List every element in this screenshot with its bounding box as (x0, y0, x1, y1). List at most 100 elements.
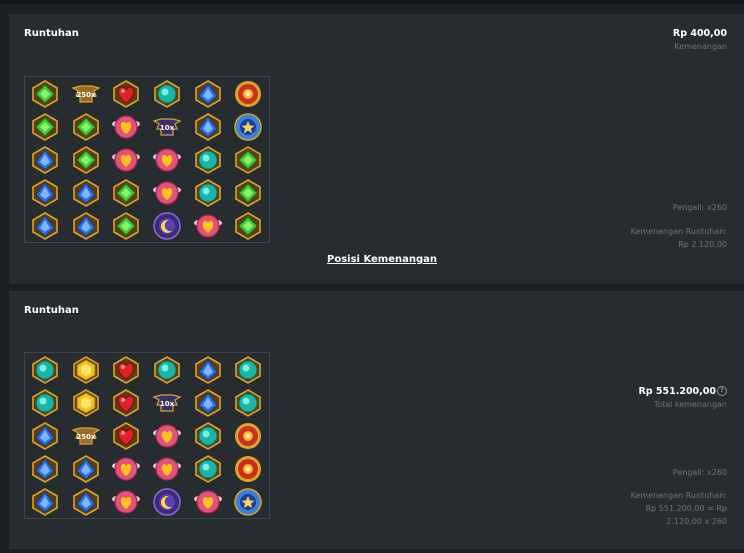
reel-cell (187, 386, 228, 419)
teal-gem-icon (194, 145, 221, 174)
svg-text:250x: 250x (76, 91, 96, 99)
svg-text:250x: 250x (76, 433, 96, 441)
reel-cell (106, 176, 147, 209)
teal-gem-icon (32, 355, 59, 384)
reel-cell (147, 176, 188, 209)
reel-cell (25, 143, 66, 176)
total-win-value: Rp 551.200,00 (638, 386, 716, 397)
reel-cell (66, 353, 107, 386)
reel-cell (25, 386, 66, 419)
reel-cell (66, 209, 107, 242)
reel-cell (187, 209, 228, 242)
red-heart-gem-icon (113, 388, 140, 417)
teal-gem-icon (194, 421, 221, 450)
reel-cell (187, 176, 228, 209)
help-icon[interactable]: ? (717, 386, 727, 396)
blue-gem-icon (73, 178, 99, 207)
reel-grid: 10x 250x (24, 352, 270, 519)
reel-cell (25, 209, 66, 242)
moon-scatter-icon (153, 487, 181, 516)
reel-cell (66, 176, 107, 209)
pink-heart-icon (193, 213, 222, 238)
teal-gem-icon (32, 388, 59, 417)
blue-gem-icon (32, 211, 59, 240)
reel-cell (187, 353, 228, 386)
reel-cell (25, 353, 66, 386)
green-gem-icon (235, 211, 262, 240)
teal-gem-icon (194, 178, 221, 207)
star-scatter-icon (234, 112, 263, 141)
svg-text:10x: 10x (160, 400, 175, 408)
win-amount-label: Kemenangan (674, 42, 727, 51)
reel-cell (106, 110, 147, 143)
reel-cell (147, 452, 188, 485)
blue-gem-icon (194, 355, 221, 384)
blue-gem-icon (32, 487, 59, 516)
teal-gem-icon (235, 388, 262, 417)
blue-gem-icon (194, 79, 221, 108)
cascade-win-label: Kemenangan Runtuhan: (630, 491, 727, 500)
reel-cell (228, 77, 269, 110)
reel-cell (106, 419, 147, 452)
pink-heart-icon (153, 180, 182, 205)
reel-cell (228, 353, 269, 386)
green-gem-icon (73, 145, 99, 174)
cascade-title: Runtuhan (24, 28, 79, 39)
reel-cell: 250x (66, 419, 107, 452)
blue-gem-icon (73, 454, 99, 483)
reel-cell (66, 143, 107, 176)
multiplier-text: Pengali: x260 (672, 468, 727, 477)
yellow-gem-icon (73, 388, 99, 417)
blue-gem-icon (73, 487, 99, 516)
red-heart-gem-icon (113, 421, 140, 450)
sun-scatter-icon (235, 455, 262, 482)
reel-cell (187, 452, 228, 485)
reel-cell (147, 77, 188, 110)
sun-scatter-icon (235, 80, 262, 107)
blue-gem-icon (194, 112, 221, 141)
win-amount: Rp 400,00 (672, 28, 727, 39)
multiplier-250x-icon: 250x (71, 426, 100, 445)
reel-cell (106, 353, 147, 386)
reel-cell (187, 143, 228, 176)
multiplier-text: Pengali: x260 (672, 203, 727, 212)
reel-cell (66, 485, 107, 518)
reel-cell (106, 452, 147, 485)
star-scatter-icon (234, 487, 263, 516)
total-win-amount: Rp 551.200,00? (638, 386, 727, 397)
cascade-card-1: Runtuhan Rp 400,00 Kemenangan 250x 10x Pe… (9, 14, 744, 284)
pink-heart-icon (153, 423, 182, 448)
reel-cell (228, 386, 269, 419)
green-gem-icon (32, 79, 59, 108)
green-gem-icon (32, 112, 59, 141)
reel-cell (147, 209, 188, 242)
reel-cell (228, 485, 269, 518)
cascade-win-formula-line2: 2.120,00 x 260 (666, 517, 727, 526)
cascade-card-2: Runtuhan 10x 250x Rp 551.200,00? Total ke… (9, 291, 744, 549)
teal-gem-icon (154, 355, 180, 384)
cascade-win-block: Kemenangan Runtuhan: Rp 551.200,00 = Rp … (631, 489, 727, 528)
reel-cell (228, 209, 269, 242)
reel-cell (187, 77, 228, 110)
cascade-win-value: Rp 2.120,00 (678, 240, 727, 249)
winning-positions-link[interactable]: Posisi Kemenangan (327, 254, 437, 265)
blue-gem-icon (73, 211, 99, 240)
reel-cell (147, 353, 188, 386)
reel-cell (25, 77, 66, 110)
reel-grid: 250x 10x (24, 76, 270, 243)
sun-scatter-icon (235, 422, 262, 449)
top-edge (0, 0, 744, 4)
reel-cell (228, 176, 269, 209)
reel-cell (106, 209, 147, 242)
pink-heart-icon (112, 456, 141, 481)
cascade-title: Runtuhan (24, 305, 79, 316)
reel-cell (106, 143, 147, 176)
green-gem-icon (73, 112, 99, 141)
reel-cell (106, 386, 147, 419)
multiplier-250x-icon: 250x (71, 84, 100, 103)
cascade-win-formula-line1: Rp 551.200,00 = Rp (645, 504, 727, 513)
reel-cell (66, 386, 107, 419)
reel-cell (228, 419, 269, 452)
pink-heart-icon (112, 489, 141, 514)
green-gem-icon (113, 211, 140, 240)
